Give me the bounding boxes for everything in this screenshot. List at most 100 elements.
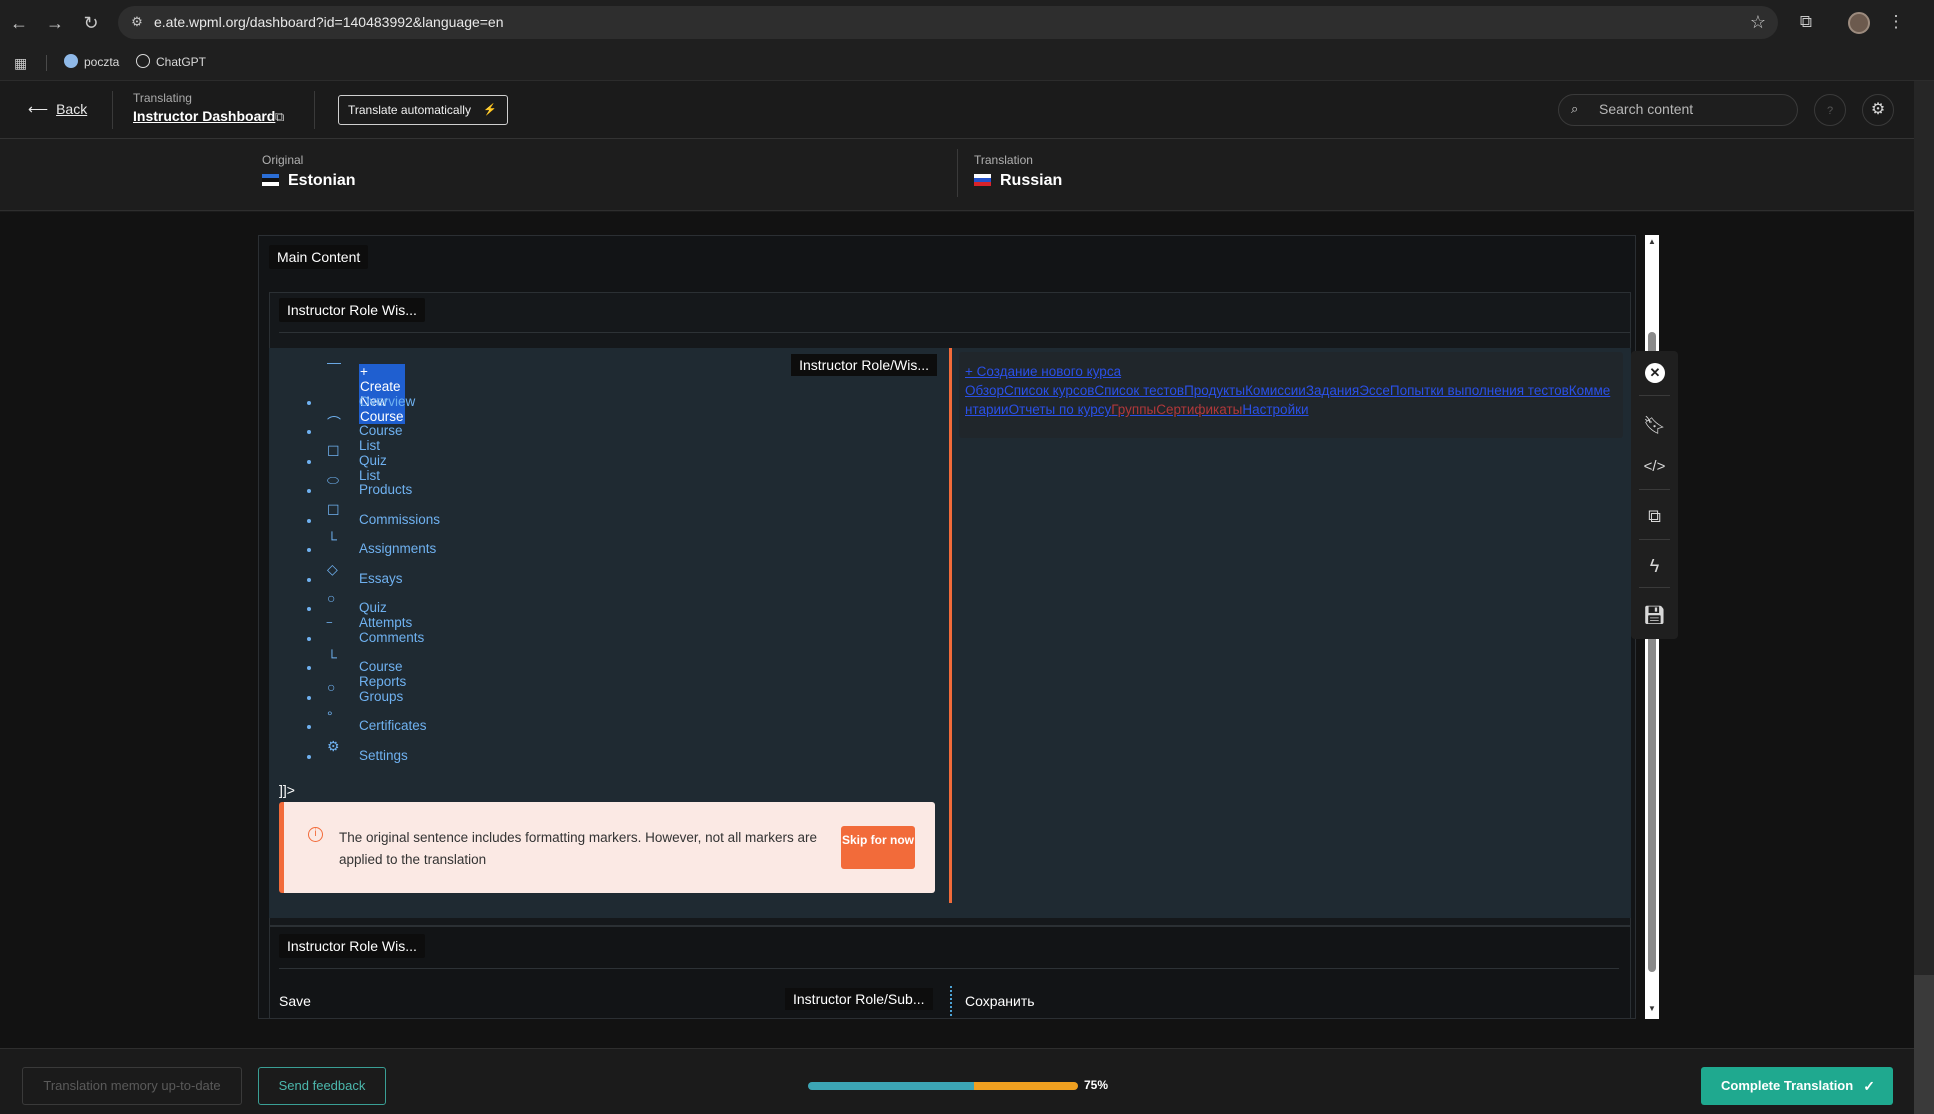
menu-item-label[interactable]: Quiz List xyxy=(359,453,387,483)
translation-column: + Создание нового курса ОбзорСписок курс… xyxy=(959,348,1629,918)
bullet-icon xyxy=(307,489,311,493)
external-link-icon[interactable]: ⧉ xyxy=(275,109,284,125)
profile-avatar[interactable] xyxy=(1848,12,1870,34)
toolbar-separator xyxy=(1639,539,1670,540)
menu-item-label[interactable]: Groups xyxy=(359,689,403,704)
skip-for-now-button[interactable]: Skip for now xyxy=(841,826,915,869)
scroll-up-icon[interactable]: ▲ xyxy=(1645,237,1659,246)
url-text[interactable]: e.ate.wpml.org/dashboard?id=140483992&la… xyxy=(154,14,504,30)
chatgpt-icon xyxy=(136,54,150,68)
site-info-icon[interactable]: ⚙ xyxy=(128,13,146,31)
marker-end: ]]> xyxy=(279,782,295,798)
translating-label: Translating xyxy=(133,91,192,105)
send-feedback-button[interactable]: Send feedback xyxy=(258,1067,386,1105)
menu-item-label[interactable]: Products xyxy=(359,482,412,497)
bullet-icon xyxy=(307,666,311,670)
extensions-icon[interactable]: ⧉ xyxy=(1794,10,1818,34)
translation-text[interactable]: + Создание нового курса ОбзорСписок курс… xyxy=(965,362,1615,419)
check-icon: ✓ xyxy=(1863,1078,1875,1094)
footer-bar: Translation memory up-to-date Send feedb… xyxy=(0,1048,1914,1114)
bookmark-chatgpt[interactable]: ChatGPT xyxy=(136,54,206,69)
bullet-icon xyxy=(307,636,311,641)
main-content-tag: Main Content xyxy=(269,245,369,269)
menu-item-label[interactable]: Commissions xyxy=(359,512,440,527)
section-divider xyxy=(279,332,1631,333)
language-bar: Original Estonian Translation Russian xyxy=(0,139,1914,211)
settings-gear-icon[interactable]: ⚙ xyxy=(1862,94,1894,126)
back-link[interactable]: ⟵ Back xyxy=(28,101,87,118)
bullet-icon xyxy=(307,459,311,464)
copy-icon[interactable]: ⧉ xyxy=(1631,494,1678,538)
dashboard-title-link[interactable]: Instructor Dashboard xyxy=(133,108,275,124)
back-arrow-icon[interactable]: ← xyxy=(8,12,30,34)
bolt-icon[interactable]: ϟ xyxy=(1631,544,1678,588)
menu-item-label[interactable]: Comments xyxy=(359,630,424,645)
translation-memory-button: Translation memory up-to-date xyxy=(22,1067,242,1105)
bookmarks-bar: ▦ poczta ChatGPT xyxy=(0,45,1934,81)
save-icon[interactable]: 💾︎ xyxy=(1631,593,1678,637)
reload-icon[interactable]: ↻ xyxy=(80,12,102,34)
save-original-text: Save xyxy=(279,993,311,1009)
code-icon[interactable]: </> xyxy=(1631,445,1678,489)
editor-area: — + Create New Course Overview ⌒ Course List… xyxy=(269,348,1631,918)
address-bar[interactable]: ⚙ e.ate.wpml.org/dashboard?id=140483992&… xyxy=(118,6,1778,39)
browser-menu-icon[interactable]: ⋮ xyxy=(1884,10,1908,34)
scroll-down-icon[interactable]: ▼ xyxy=(1645,1004,1659,1013)
menu-item-label[interactable]: Quiz Attempts xyxy=(359,600,412,630)
progress-fill-done xyxy=(808,1082,974,1090)
menu-item-label[interactable]: Course Reports xyxy=(359,659,406,689)
content-panel: Main Content Instructor Role Wis... — + C… xyxy=(258,235,1636,1019)
bolt-icon: ⚡ xyxy=(483,104,497,116)
format-marker: ○ xyxy=(327,678,336,695)
bullet-icon xyxy=(307,518,311,523)
window-scroll-thumb[interactable] xyxy=(1914,975,1934,1114)
back-label: Back xyxy=(56,101,88,117)
menu-item-label[interactable]: Course List xyxy=(359,423,403,453)
menu-item-label[interactable]: Essays xyxy=(359,571,403,586)
segment-divider xyxy=(949,348,952,903)
header-divider xyxy=(112,91,113,129)
menu-item-label[interactable]: Settings xyxy=(359,748,408,763)
bookmark-star-icon[interactable]: ☆ xyxy=(1750,12,1766,33)
forward-arrow-icon[interactable]: → xyxy=(44,12,66,34)
translate-automatically-button[interactable]: Translate automatically ⚡ xyxy=(338,95,508,125)
format-marker: └ xyxy=(327,531,337,547)
close-icon[interactable]: ✕ xyxy=(1645,363,1665,383)
progress-label: 75% xyxy=(1084,1078,1109,1092)
save-translation-text[interactable]: Сохранить xyxy=(965,993,1035,1009)
format-marker: └ xyxy=(327,649,337,665)
bullet-icon xyxy=(307,725,311,729)
search-input[interactable] xyxy=(1599,101,1789,117)
format-marker: ⬭ xyxy=(327,472,339,488)
header-divider xyxy=(314,91,315,129)
translation-editor[interactable]: + Создание нового курса ОбзорСписок курс… xyxy=(959,352,1623,438)
menu-item-label[interactable]: Certificates xyxy=(359,718,427,733)
bullet-icon xyxy=(307,400,311,405)
format-marker: ☐ xyxy=(327,442,340,459)
help-icon[interactable]: ? xyxy=(1814,94,1846,126)
bookmark-label: poczta xyxy=(84,55,120,69)
complete-label: Complete Translation xyxy=(1721,1078,1854,1093)
bullet-icon xyxy=(307,430,311,434)
translation-highlight: ГруппыСертификаты xyxy=(1111,402,1243,417)
search-box[interactable]: ⌕ xyxy=(1558,94,1798,126)
format-marker: — xyxy=(327,354,341,370)
sub-reference-tag: Instructor Role/Sub... xyxy=(785,988,933,1010)
translation-language: Russian xyxy=(974,172,1062,190)
app-header: ⟵ Back Translating Instructor Dashboard ⧉… xyxy=(0,81,1914,139)
bookmark-icon[interactable]: 🔖︎ xyxy=(1631,403,1678,447)
browser-toolbar: ← → ↻ ⚙ e.ate.wpml.org/dashboard?id=1404… xyxy=(0,0,1934,45)
translation-language-name: Russian xyxy=(1000,172,1063,189)
search-icon: ⌕ xyxy=(1571,101,1579,116)
menu-item-label[interactable]: Overview xyxy=(359,394,415,409)
toolbar-separator xyxy=(1639,395,1670,396)
window-scrollbar[interactable] xyxy=(1914,81,1934,1114)
estonia-flag-icon xyxy=(262,174,279,186)
poczta-icon xyxy=(64,54,78,68)
menu-item-label[interactable]: Assignments xyxy=(359,541,436,556)
bullet-icon xyxy=(307,577,311,582)
language-divider xyxy=(957,149,958,197)
complete-translation-button[interactable]: Complete Translation ✓ xyxy=(1701,1067,1893,1105)
apps-grid-icon[interactable]: ▦ xyxy=(14,54,32,72)
bookmark-poczta[interactable]: poczta xyxy=(64,54,119,69)
